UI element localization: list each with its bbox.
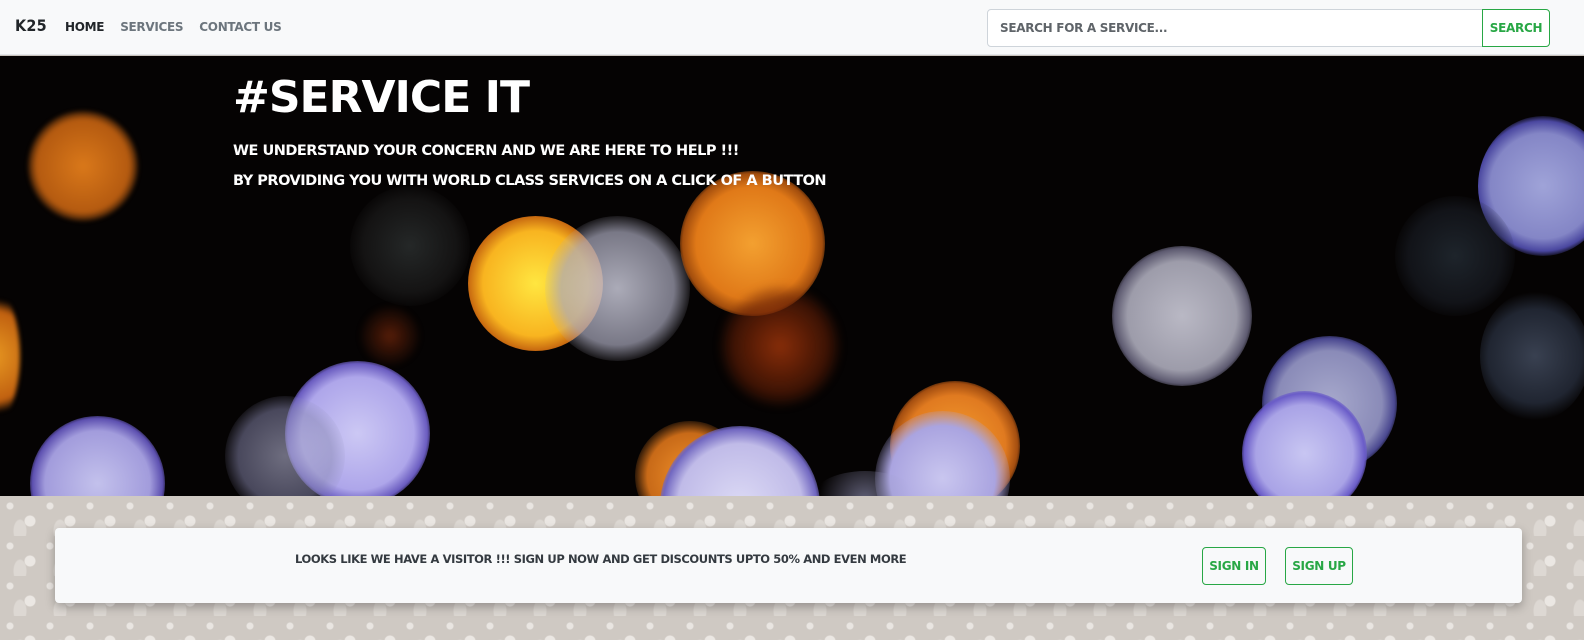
bokeh-light: [1480, 291, 1584, 421]
hero-subtitle-line-2: By providing you with world class servic…: [233, 173, 827, 189]
bokeh-light: [545, 216, 690, 361]
bokeh-light: [350, 186, 470, 306]
bokeh-light: [1112, 246, 1252, 386]
bokeh-light: [360, 306, 420, 366]
visitor-message: Looks like we have a visitor !!! Sign up…: [295, 552, 907, 566]
bokeh-light: [1395, 196, 1515, 316]
nav-link-contact-us[interactable]: Contact Us: [199, 20, 281, 34]
nav-link-services[interactable]: Services: [120, 20, 183, 34]
navbar: K25 Home Services Contact Us Search: [0, 0, 1584, 55]
hero-title: #Service It: [233, 72, 530, 123]
brand-logo[interactable]: K25: [15, 16, 47, 35]
bokeh-light: [28, 111, 138, 221]
sign-up-button[interactable]: Sign Up: [1285, 547, 1353, 585]
hero-subtitle-line-1: We understand your concern and we are he…: [233, 143, 739, 159]
hero-banner: #Service It We understand your concern a…: [0, 56, 1584, 496]
search-input[interactable]: [987, 9, 1483, 47]
sign-in-button[interactable]: Sign In: [1202, 547, 1266, 585]
bokeh-light: [720, 286, 840, 406]
search-button[interactable]: Search: [1482, 9, 1550, 47]
bokeh-light: [30, 416, 165, 496]
visitor-signup-card: Looks like we have a visitor !!! Sign up…: [55, 528, 1522, 603]
nav-link-home[interactable]: Home: [65, 20, 104, 34]
bokeh-light: [0, 286, 20, 426]
nav-links: Home Services Contact Us: [65, 20, 297, 34]
